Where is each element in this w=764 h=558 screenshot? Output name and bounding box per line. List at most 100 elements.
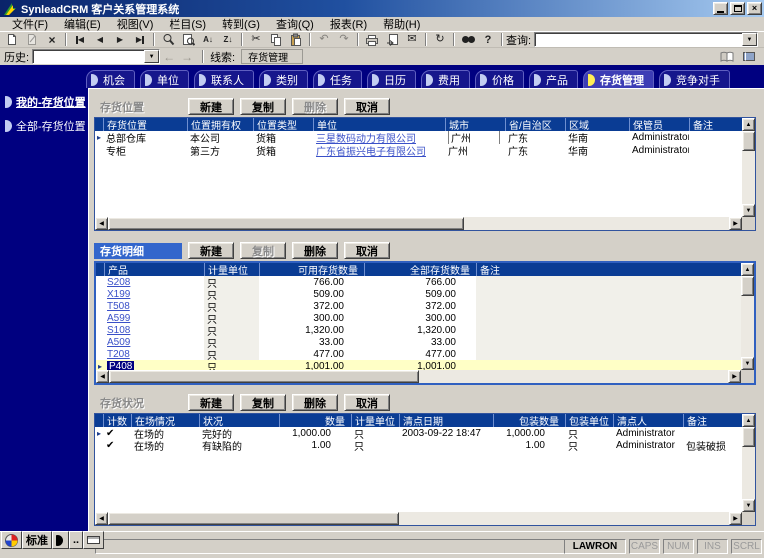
scrollbar-thumb[interactable] bbox=[742, 131, 755, 151]
column-header[interactable]: 备注 bbox=[689, 118, 741, 131]
tab-tasks[interactable]: 任务 bbox=[313, 70, 362, 88]
table-cell[interactable]: 只 bbox=[204, 348, 259, 360]
record-link[interactable]: 广东省振兴电子有限公司 bbox=[316, 144, 426, 157]
edit-record-button[interactable] bbox=[22, 32, 42, 47]
refresh-button[interactable]: ↻ bbox=[430, 32, 450, 47]
detail-view-button[interactable] bbox=[716, 49, 738, 64]
sidebar-item-all-inventory-locations[interactable]: 全部-存货位置 bbox=[0, 118, 88, 134]
vertical-scrollbar[interactable]: ▲ ▼ bbox=[741, 263, 754, 370]
tab-calendar[interactable]: 日历 bbox=[367, 70, 416, 88]
table-cell[interactable]: ✔ bbox=[103, 427, 131, 439]
table-cell[interactable]: 本公司 bbox=[187, 131, 253, 144]
sort-ascending-button[interactable]: A↓ bbox=[198, 32, 218, 47]
table-cell[interactable] bbox=[476, 336, 741, 348]
horizontal-scrollbar[interactable]: ◀ ▶ bbox=[95, 217, 742, 230]
table-cell[interactable] bbox=[689, 144, 741, 157]
table-cell[interactable]: 广东 bbox=[505, 131, 565, 144]
table-cell[interactable]: 只 bbox=[204, 324, 259, 336]
scroll-down-button[interactable]: ▼ bbox=[742, 204, 755, 217]
table-cell[interactable]: S208 bbox=[104, 276, 204, 288]
zoom-button[interactable] bbox=[158, 32, 178, 47]
menu-query[interactable]: 查询(Q) bbox=[268, 16, 322, 32]
table-cell[interactable]: T208 bbox=[104, 348, 204, 360]
table-cell[interactable] bbox=[476, 276, 741, 288]
locations-cancel-button[interactable]: 取消 bbox=[344, 98, 390, 115]
table-cell[interactable]: Administrator bbox=[629, 131, 689, 144]
menu-file[interactable]: 文件(F) bbox=[4, 16, 56, 32]
table-row[interactable]: T208 只 477.00 477.00 bbox=[96, 348, 741, 360]
status-new-button[interactable]: 新建 bbox=[188, 394, 234, 411]
scrollbar-thumb[interactable] bbox=[109, 370, 419, 383]
table-cell[interactable]: A599 bbox=[104, 312, 204, 324]
table-row[interactable]: S108 只 1,320.00 1,320.00 bbox=[96, 324, 741, 336]
table-cell[interactable]: 只 bbox=[204, 288, 259, 300]
context-help-button[interactable]: ? bbox=[478, 32, 498, 47]
column-header[interactable]: 区域 bbox=[565, 118, 629, 131]
table-cell[interactable]: 完好的 bbox=[199, 427, 279, 440]
tab-category[interactable]: 类别 bbox=[259, 70, 308, 88]
delete-record-button[interactable]: × bbox=[42, 32, 62, 47]
table-cell[interactable]: 广州 bbox=[445, 144, 505, 157]
table-row[interactable]: ▸ ✔ 在场的 完好的 1,000.00 只 2003-09-22 18:47 1,000.0… bbox=[95, 427, 742, 440]
table-row[interactable]: ✔ 在场的 有缺陷的 1.00 只 1.00 只 Administrator 包装破损 bbox=[95, 439, 742, 452]
column-header[interactable]: 省/自治区 bbox=[505, 118, 565, 131]
sort-descending-button[interactable]: Z↓ bbox=[218, 32, 238, 47]
details-copy-button[interactable]: 复制 bbox=[240, 242, 286, 259]
vertical-scrollbar[interactable]: ▲ ▼ bbox=[742, 118, 755, 217]
ime-logo-button[interactable] bbox=[1, 531, 22, 549]
query-dropdown-button[interactable]: ▼ bbox=[742, 33, 757, 46]
tab-competitors[interactable]: 竞争对手 bbox=[659, 70, 730, 88]
record-link[interactable]: T508 bbox=[107, 301, 130, 312]
column-header[interactable]: 位置拥有权 bbox=[187, 118, 253, 131]
table-cell[interactable]: 三星数码动力有限公司 bbox=[313, 131, 445, 144]
undo-button[interactable]: ↶ bbox=[314, 32, 334, 47]
query-value[interactable] bbox=[535, 33, 742, 46]
column-header[interactable]: 清点日期 bbox=[399, 414, 493, 427]
table-cell[interactable]: T508 bbox=[104, 300, 204, 312]
tab-prices[interactable]: 价格 bbox=[475, 70, 524, 88]
column-header[interactable]: 可用存货数量 bbox=[259, 263, 364, 276]
scrollbar-thumb[interactable] bbox=[741, 276, 754, 296]
table-cell[interactable] bbox=[683, 427, 741, 439]
scroll-right-button[interactable]: ▶ bbox=[729, 217, 742, 230]
menu-columns[interactable]: 栏目(S) bbox=[161, 16, 214, 32]
copy-button[interactable] bbox=[266, 32, 286, 47]
table-cell[interactable]: 509.00 bbox=[259, 288, 364, 300]
scrollbar-track[interactable] bbox=[399, 512, 729, 525]
restore-button[interactable] bbox=[730, 2, 745, 15]
table-cell[interactable] bbox=[476, 288, 741, 300]
history-value[interactable] bbox=[33, 50, 144, 63]
history-dropdown-button[interactable]: ▼ bbox=[144, 50, 160, 63]
table-cell[interactable]: 1,320.00 bbox=[364, 324, 476, 336]
column-header[interactable]: 存货位置 bbox=[103, 118, 187, 131]
table-row[interactable]: A509 只 33.00 33.00 bbox=[96, 336, 741, 348]
column-header[interactable]: 备注 bbox=[476, 263, 742, 276]
table-row[interactable]: A599 只 300.00 300.00 bbox=[96, 312, 741, 324]
record-link[interactable]: T208 bbox=[107, 349, 130, 360]
table-cell[interactable]: 只 bbox=[565, 427, 613, 440]
table-cell[interactable]: 1,001.00 bbox=[259, 360, 364, 371]
table-row[interactable]: T508 只 372.00 372.00 bbox=[96, 300, 741, 312]
status-delete-button[interactable]: 删除 bbox=[292, 394, 338, 411]
table-cell[interactable]: ✔ bbox=[103, 439, 131, 451]
table-cell[interactable]: 1,320.00 bbox=[259, 324, 364, 336]
query-combobox[interactable]: ▼ bbox=[534, 32, 758, 47]
table-cell[interactable]: 766.00 bbox=[364, 276, 476, 288]
column-header[interactable]: 计量单位 bbox=[204, 263, 259, 276]
next-record-button[interactable]: ▶ bbox=[110, 32, 130, 47]
scroll-right-button[interactable]: ▶ bbox=[729, 512, 742, 525]
scrollbar-thumb[interactable] bbox=[742, 427, 755, 447]
table-cell[interactable]: 2003-09-22 18:47 bbox=[399, 427, 493, 439]
table-cell[interactable]: 华南 bbox=[565, 131, 629, 144]
column-header[interactable]: 数量 bbox=[279, 414, 351, 427]
scroll-left-button[interactable]: ◀ bbox=[96, 370, 109, 383]
table-cell[interactable]: 300.00 bbox=[259, 312, 364, 324]
table-cell[interactable]: Administrator bbox=[629, 144, 689, 157]
redo-button[interactable]: ↷ bbox=[334, 32, 354, 47]
table-row[interactable]: ▸ 总部仓库 本公司 货箱 三星数码动力有限公司 广州 广东 华南 Administrator bbox=[95, 131, 742, 144]
card-view-button[interactable] bbox=[738, 49, 760, 64]
table-cell[interactable]: 1,000.00 bbox=[493, 427, 565, 439]
table-cell[interactable]: 300.00 bbox=[364, 312, 476, 324]
scroll-left-button[interactable]: ◀ bbox=[95, 217, 108, 230]
table-cell[interactable]: 1,001.00 bbox=[364, 360, 476, 371]
